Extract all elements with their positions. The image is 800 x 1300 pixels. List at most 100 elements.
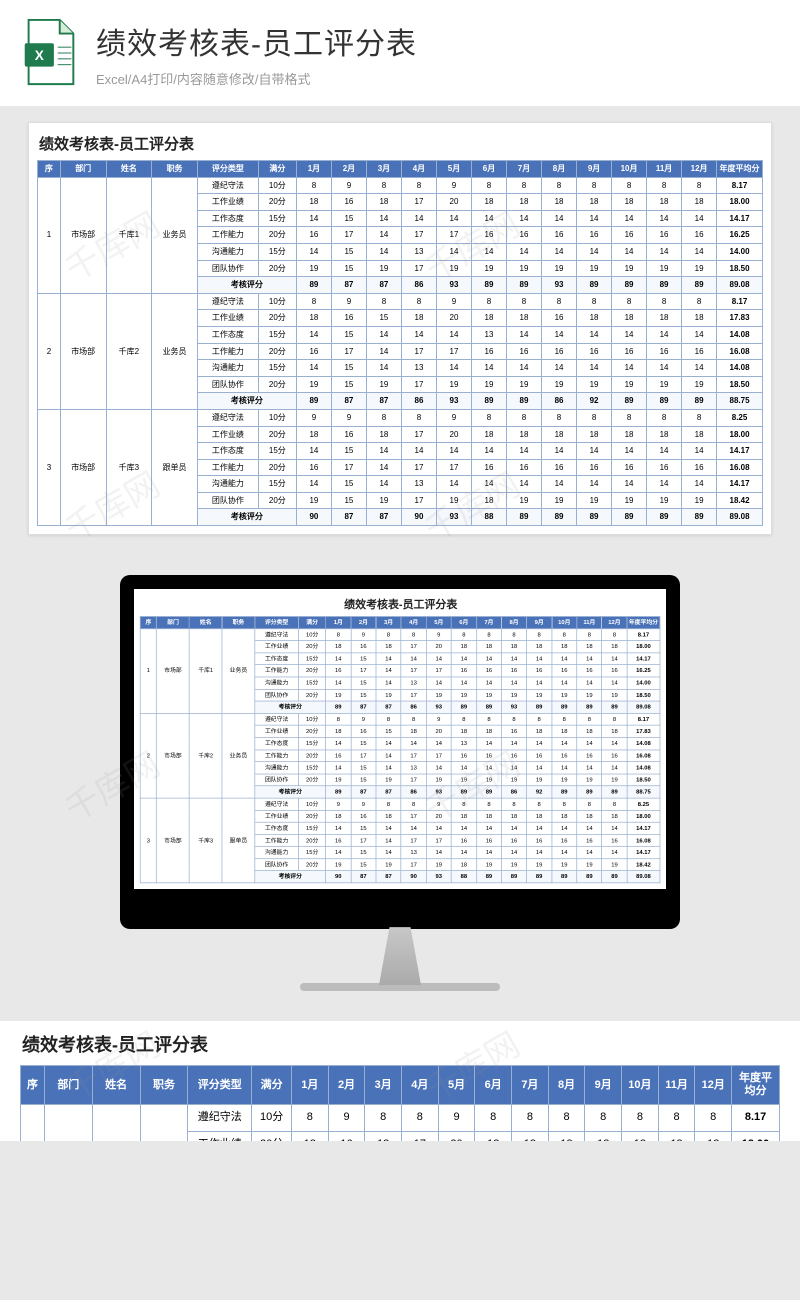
month-cell: 14 — [577, 847, 602, 859]
month-cell: 16 — [296, 227, 331, 244]
avg-cell: 8.25 — [627, 798, 660, 810]
avg-cell: 18.00 — [717, 194, 763, 211]
summary-cell: 87 — [351, 871, 376, 883]
score-type: 遵纪守法 — [197, 293, 258, 310]
avg-cell: 14.08 — [627, 738, 660, 750]
month-cell: 14 — [647, 210, 682, 227]
month-cell: 9 — [351, 798, 376, 810]
month-cell: 19 — [507, 492, 542, 509]
month-cell: 14 — [296, 326, 331, 343]
month-cell: 15 — [331, 492, 366, 509]
month-cell: 8 — [501, 629, 526, 641]
score-type: 工作业绩 — [197, 194, 258, 211]
month-cell: 18 — [471, 310, 506, 327]
month-cell: 14 — [471, 210, 506, 227]
summary-cell: 89 — [476, 701, 501, 713]
summary-cell: 93 — [436, 393, 471, 410]
month-cell: 8 — [501, 713, 526, 725]
summary-label: 考核评分 — [197, 509, 296, 526]
month-cell: 14 — [542, 243, 577, 260]
month-cell: 16 — [647, 459, 682, 476]
month-cell: 14 — [682, 476, 717, 493]
month-cell: 15 — [351, 859, 376, 871]
month-cell: 17 — [402, 1131, 439, 1141]
performance-table-slice: 序部门姓名职务评分类型满分1月2月3月4月5月6月7月8月9月10月11月12月… — [20, 1065, 780, 1141]
month-cell: 8 — [476, 798, 501, 810]
summary-cell: 88 — [451, 871, 476, 883]
month-cell: 16 — [647, 343, 682, 360]
avg-cell: 16.08 — [627, 834, 660, 846]
summary-cell: 87 — [351, 786, 376, 798]
month-cell: 14 — [602, 738, 627, 750]
summary-label: 考核评分 — [255, 871, 326, 883]
summary-avg: 88.75 — [627, 786, 660, 798]
month-cell: 18 — [366, 426, 401, 443]
month-cell: 14 — [436, 243, 471, 260]
month-cell: 17 — [401, 376, 436, 393]
month-cell: 16 — [577, 459, 612, 476]
score-type: 工作能力 — [197, 227, 258, 244]
month-cell: 16 — [552, 750, 577, 762]
month-cell: 8 — [577, 713, 602, 725]
month-cell: 14 — [501, 822, 526, 834]
month-cell: 20 — [426, 641, 451, 653]
group-role: 业务员 — [222, 629, 255, 714]
summary-cell: 93 — [501, 701, 526, 713]
avg-cell: 14.08 — [627, 762, 660, 774]
summary-cell: 89 — [612, 393, 647, 410]
month-cell: 8 — [527, 629, 552, 641]
col-header: 8月 — [542, 161, 577, 178]
month-cell: 18 — [501, 810, 526, 822]
month-cell: 8 — [682, 409, 717, 426]
summary-cell: 89 — [602, 786, 627, 798]
month-cell: 19 — [296, 260, 331, 277]
month-cell: 17 — [351, 750, 376, 762]
month-cell: 19 — [366, 492, 401, 509]
month-cell: 16 — [602, 665, 627, 677]
month-cell: 16 — [476, 665, 501, 677]
summary-cell: 87 — [376, 701, 401, 713]
month-cell: 14 — [326, 822, 351, 834]
month-cell: 9 — [328, 1105, 365, 1131]
month-cell: 18 — [542, 194, 577, 211]
month-cell: 14 — [507, 443, 542, 460]
summary-avg: 88.75 — [717, 393, 763, 410]
month-cell: 14 — [507, 243, 542, 260]
month-cell: 18 — [647, 310, 682, 327]
avg-cell: 18.00 — [627, 810, 660, 822]
month-cell: 18 — [612, 310, 647, 327]
score-type: 沟通能力 — [197, 476, 258, 493]
month-cell: 17 — [401, 774, 426, 786]
month-cell: 17 — [401, 343, 436, 360]
score-type: 遵纪守法 — [188, 1105, 252, 1131]
month-cell: 14 — [376, 762, 401, 774]
col-header: 年度平均分 — [732, 1066, 780, 1105]
table-row: 1市场部千库1业务员遵纪守法10分8988988888888.17 — [38, 177, 763, 194]
month-cell: 18 — [552, 725, 577, 737]
col-header: 7月 — [512, 1066, 549, 1105]
month-cell: 17 — [426, 834, 451, 846]
summary-cell: 87 — [376, 871, 401, 883]
month-cell: 18 — [647, 194, 682, 211]
month-cell: 8 — [451, 798, 476, 810]
avg-cell: 18.50 — [627, 774, 660, 786]
month-cell: 19 — [471, 260, 506, 277]
month-cell: 8 — [577, 798, 602, 810]
month-cell: 8 — [365, 1105, 402, 1131]
month-cell: 8 — [577, 409, 612, 426]
month-cell: 19 — [426, 859, 451, 871]
full-score: 20分 — [298, 859, 325, 871]
month-cell: 17 — [401, 227, 436, 244]
month-cell: 18 — [376, 641, 401, 653]
group-role: 业务员 — [152, 177, 198, 293]
summary-cell: 89 — [577, 509, 612, 526]
month-cell: 16 — [612, 459, 647, 476]
month-cell: 14 — [577, 653, 602, 665]
month-cell: 19 — [647, 492, 682, 509]
month-cell: 14 — [401, 210, 436, 227]
score-type: 沟通能力 — [255, 762, 299, 774]
month-cell: 18 — [476, 641, 501, 653]
summary-avg: 89.08 — [627, 701, 660, 713]
summary-cell: 86 — [401, 393, 436, 410]
month-cell: 18 — [585, 1131, 622, 1141]
